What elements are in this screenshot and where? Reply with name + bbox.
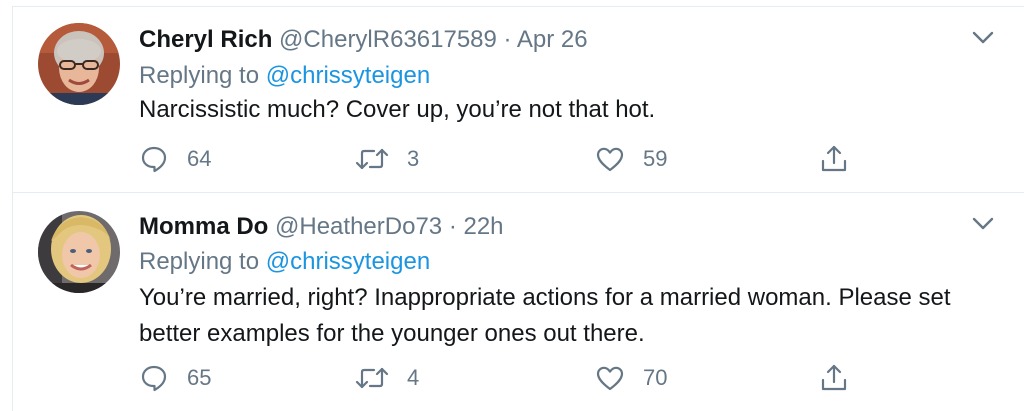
retweet-count: 4 — [407, 365, 420, 390]
replying-to: Replying to @chrissyteigen — [139, 247, 430, 277]
tweet[interactable]: Momma Do @HeatherDo73 · 22h Replying to … — [12, 194, 1024, 411]
reply-count: 64 — [187, 146, 212, 171]
mention-link[interactable]: @chrissyteigen — [266, 62, 430, 89]
display-name[interactable]: Momma Do — [139, 213, 268, 240]
retweet-icon — [355, 367, 389, 389]
retweet-button[interactable]: 4 — [355, 363, 419, 393]
share-icon — [821, 145, 847, 172]
tweet-text: You’re married, right? Inappropriate act… — [139, 284, 951, 347]
avatar[interactable] — [38, 211, 120, 293]
avatar-image — [38, 23, 120, 105]
user-handle[interactable]: @CherylR63617589 — [279, 26, 497, 53]
tweet[interactable]: Cheryl Rich @CherylR63617589 · Apr 26 Re… — [12, 6, 1024, 193]
tweet-text: Narcissistic much? Cover up, you’re not … — [139, 96, 656, 123]
replying-to-label: Replying to — [139, 62, 260, 89]
mention-link[interactable]: @chrissyteigen — [266, 248, 430, 275]
reply-count: 65 — [187, 365, 212, 390]
avatar-image — [38, 211, 120, 293]
reply-button[interactable]: 64 — [139, 144, 211, 174]
display-name[interactable]: Cheryl Rich — [139, 26, 272, 53]
replying-to-label: Replying to — [139, 248, 260, 275]
timestamp[interactable]: Apr 26 — [517, 26, 588, 53]
chevron-down-icon[interactable] — [972, 31, 994, 45]
like-count: 59 — [643, 146, 668, 171]
user-handle[interactable]: @HeatherDo73 — [275, 213, 442, 240]
like-count: 70 — [643, 365, 668, 390]
like-button[interactable]: 70 — [595, 363, 667, 393]
retweet-count: 3 — [407, 146, 420, 171]
timestamp[interactable]: 22h — [463, 213, 503, 240]
like-button[interactable]: 59 — [595, 144, 667, 174]
separator-dot: · — [448, 213, 457, 240]
like-icon — [596, 147, 624, 172]
reply-icon — [141, 365, 167, 392]
avatar[interactable] — [38, 23, 120, 105]
tweet-actions: 65 4 70 — [139, 363, 969, 393]
tweet-header: Momma Do @HeatherDo73 · 22h — [139, 212, 504, 242]
share-button[interactable] — [819, 144, 849, 174]
separator-dot: · — [503, 26, 512, 53]
tweet-header: Cheryl Rich @CherylR63617589 · Apr 26 — [139, 25, 588, 55]
retweet-button[interactable]: 3 — [355, 144, 419, 174]
retweet-icon — [355, 148, 389, 170]
reply-button[interactable]: 65 — [139, 363, 211, 393]
replying-to: Replying to @chrissyteigen — [139, 61, 430, 91]
share-icon — [821, 364, 847, 391]
share-button[interactable] — [819, 363, 849, 393]
like-icon — [596, 366, 624, 391]
reply-icon — [141, 146, 167, 173]
chevron-down-icon[interactable] — [972, 217, 994, 231]
tweet-actions: 64 3 59 — [139, 144, 969, 174]
